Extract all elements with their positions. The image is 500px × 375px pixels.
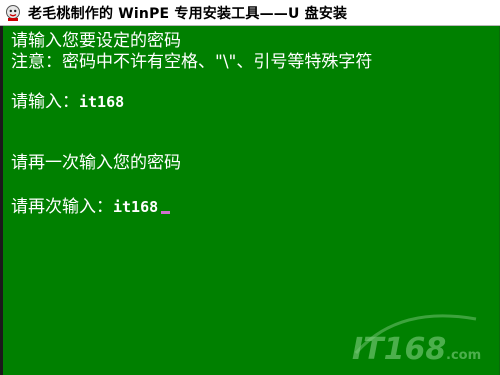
window-title: 老毛桃制作的 WinPE 专用安装工具——U 盘安装 <box>28 5 348 22</box>
console-area[interactable]: 请输入您要设定的密码 注意：密码中不许有空格、"\"、引号等特殊字符 请输入：i… <box>0 26 500 375</box>
title-bar[interactable]: 老毛桃制作的 WinPE 专用安装工具——U 盘安装 <box>0 0 500 26</box>
text-cursor <box>161 211 171 214</box>
password-notice: 注意：密码中不许有空格、"\"、引号等特殊字符 <box>11 52 373 72</box>
password-confirm-line[interactable]: 请再次输入：it168 <box>11 197 171 217</box>
password-input-label: 请输入： <box>11 92 79 112</box>
password-confirm-label: 请再次输入： <box>11 197 113 217</box>
watermark-suffix: .com <box>446 348 481 363</box>
app-icon <box>4 4 22 22</box>
watermark-text: IT168 <box>352 332 446 367</box>
password-input-line[interactable]: 请输入：it168 <box>11 92 124 112</box>
console-window: 老毛桃制作的 WinPE 专用安装工具——U 盘安装 请输入您要设定的密码 注意… <box>0 0 500 375</box>
prompt-confirm-password: 请再一次输入您的密码 <box>11 153 181 173</box>
password-confirm-value: it168 <box>113 198 159 216</box>
prompt-set-password: 请输入您要设定的密码 <box>11 31 181 51</box>
it168-watermark-logo: IT168 .com <box>352 314 481 367</box>
password-input-value: it168 <box>79 93 125 111</box>
